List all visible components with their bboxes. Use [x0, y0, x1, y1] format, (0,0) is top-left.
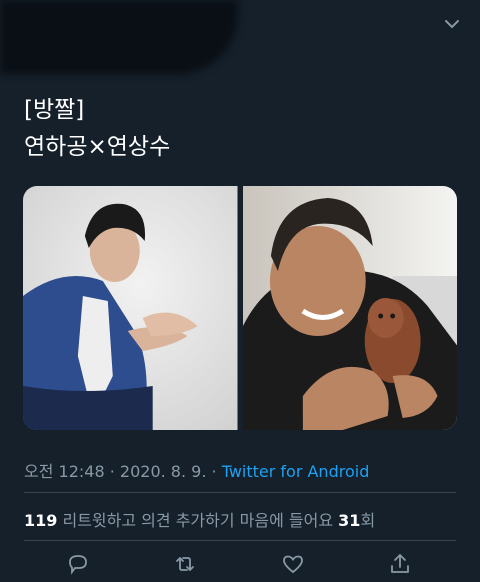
- tweet-stats: 119 리트윗하고 의견 추가하기 마음에 들어요 31회: [24, 507, 375, 531]
- chevron-down-icon[interactable]: [442, 14, 462, 34]
- divider: [24, 492, 456, 493]
- redacted-author-header: [0, 0, 238, 74]
- meta-separator: ·: [104, 462, 120, 481]
- divider: [24, 540, 456, 541]
- heart-icon[interactable]: [281, 552, 305, 576]
- likes-count[interactable]: 31: [338, 511, 360, 530]
- action-bar: [24, 552, 456, 582]
- meta-separator: ·: [206, 462, 222, 481]
- reply-icon[interactable]: [66, 552, 90, 576]
- tweet-time: 오전 12:48: [24, 462, 105, 481]
- retweet-icon[interactable]: [173, 552, 197, 576]
- tweet-line-2: 연하공×연상수: [24, 134, 171, 160]
- photo-right[interactable]: [242, 186, 457, 430]
- stats-label[interactable]: 리트윗하고 의견 추가하기 마음에 들어요: [57, 511, 338, 530]
- tweet-meta: 오전 12:48 · 2020. 8. 9. · Twitter for And…: [24, 458, 369, 482]
- tweet-media[interactable]: [23, 186, 457, 430]
- tweet-text: [방짤] 연하공×연상수: [24, 92, 464, 166]
- tweet-source-link[interactable]: Twitter for Android: [222, 462, 370, 481]
- tweet-date: 2020. 8. 9.: [119, 462, 207, 481]
- photo-left[interactable]: [23, 186, 238, 430]
- share-icon[interactable]: [388, 552, 412, 576]
- retweets-count[interactable]: 119: [24, 511, 57, 530]
- likes-suffix: 회: [360, 511, 376, 530]
- tweet-line-1: [방짤]: [24, 97, 85, 123]
